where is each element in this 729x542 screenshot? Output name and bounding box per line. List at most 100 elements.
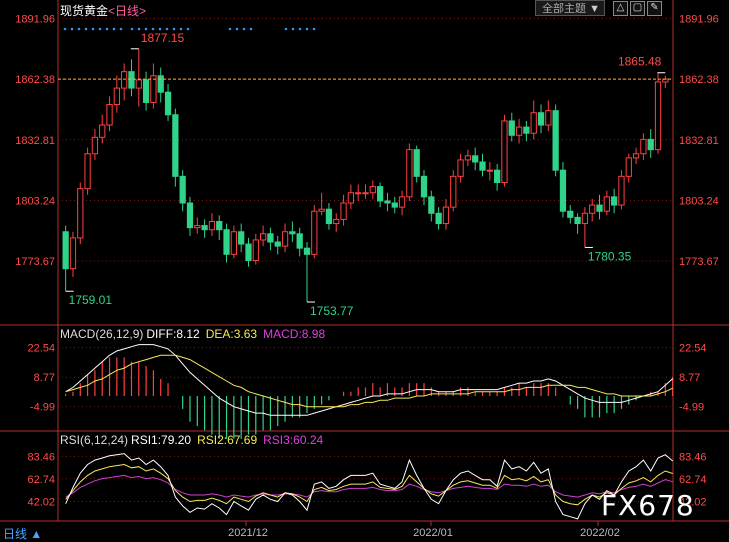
low-price-label: 1753.77 bbox=[310, 304, 354, 318]
square-tool-icon[interactable]: ▢ bbox=[630, 1, 645, 16]
rsi2-line bbox=[65, 463, 673, 506]
candle-up bbox=[640, 138, 647, 155]
candle-up bbox=[99, 124, 106, 138]
candle-down bbox=[186, 202, 194, 229]
price-tick-left: 1832.81 bbox=[15, 135, 55, 147]
signal-dot bbox=[63, 27, 67, 31]
candle-up bbox=[208, 220, 216, 231]
candle-down bbox=[384, 200, 391, 204]
candle-down bbox=[420, 175, 428, 198]
candle-down bbox=[376, 186, 384, 202]
diff-line bbox=[65, 344, 674, 416]
signal-dot bbox=[298, 27, 302, 31]
candle-down bbox=[472, 155, 479, 163]
x-axis-label: 2022/01 bbox=[413, 527, 453, 539]
candle-down bbox=[552, 110, 559, 171]
candle-up bbox=[150, 75, 157, 103]
low-price-label: 1759.01 bbox=[69, 293, 113, 307]
candle-up bbox=[230, 231, 237, 255]
theme-dropdown[interactable]: 全部主题 ▼ bbox=[535, 0, 605, 16]
candle-up bbox=[486, 169, 493, 172]
candle-up bbox=[625, 157, 632, 177]
candle-up bbox=[406, 149, 413, 198]
candle-down bbox=[179, 175, 186, 204]
signal-dot bbox=[130, 27, 134, 31]
diff-legend: DIFF:8.12 bbox=[146, 327, 200, 341]
candle-down bbox=[508, 120, 515, 136]
triangle-tool-icon[interactable]: △ bbox=[613, 1, 628, 16]
rsi3-legend: RSI3:60.24 bbox=[263, 433, 324, 447]
price-tick-left: 1773.67 bbox=[15, 256, 55, 268]
rsi-title: RSI(6,12,24) bbox=[60, 433, 129, 447]
watermark-logo: FX678 bbox=[601, 489, 695, 522]
signal-dot bbox=[105, 27, 109, 31]
candle-down bbox=[238, 231, 245, 245]
chart-canvas[interactable]: 1891.96 1891.96 1862.38 1862.38 1832.81 1832.… bbox=[0, 0, 729, 542]
candle-up bbox=[106, 104, 113, 126]
candle-down bbox=[479, 161, 486, 171]
candle-up bbox=[259, 233, 267, 241]
candle-down bbox=[216, 220, 223, 231]
candle-up bbox=[77, 188, 84, 239]
candle-down bbox=[128, 71, 135, 89]
period-tab[interactable]: 日线 ▲ bbox=[3, 525, 42, 542]
x-axis-label: 2021/12 bbox=[228, 527, 268, 539]
rsi-tick-left: 42.02 bbox=[27, 496, 55, 508]
signal-dot bbox=[249, 27, 253, 31]
rsi-tick-right: 62.74 bbox=[679, 474, 707, 486]
candle-down bbox=[303, 247, 311, 255]
macd-tick-left: -4.99 bbox=[30, 402, 55, 414]
candle-up bbox=[121, 71, 128, 89]
dea-line bbox=[65, 354, 673, 408]
candle-up bbox=[618, 175, 625, 206]
candle-down bbox=[523, 126, 530, 134]
signal-dot bbox=[70, 27, 74, 31]
candle-up bbox=[545, 110, 552, 126]
candle-up bbox=[113, 87, 120, 106]
candle-down bbox=[142, 79, 150, 103]
candle-up bbox=[603, 196, 610, 212]
candle-down bbox=[494, 169, 501, 183]
macd-value-legend: MACD:8.98 bbox=[263, 327, 326, 341]
candle-up bbox=[84, 153, 91, 190]
candle-up bbox=[252, 239, 259, 261]
candle-down bbox=[201, 225, 208, 231]
candle-up bbox=[457, 159, 464, 177]
candle-down bbox=[325, 208, 333, 225]
signal-dot bbox=[84, 27, 88, 31]
price-tick-right: 1803.24 bbox=[679, 195, 719, 207]
period-label[interactable]: <日线> bbox=[108, 4, 146, 18]
candle-down bbox=[435, 212, 442, 225]
candle-down bbox=[559, 169, 567, 212]
candle-down bbox=[611, 196, 618, 206]
pen-tool-icon[interactable]: ✎ bbox=[647, 1, 662, 16]
rsi-tick-left: 62.74 bbox=[27, 474, 55, 486]
signal-dot bbox=[98, 27, 102, 31]
candle-down bbox=[157, 75, 164, 93]
candle-down bbox=[172, 114, 179, 177]
candle-up bbox=[530, 112, 537, 134]
candle-down bbox=[296, 233, 303, 249]
signal-dot bbox=[235, 27, 239, 31]
low-price-label: 1780.35 bbox=[588, 249, 632, 263]
candle-down bbox=[537, 112, 545, 126]
macd-tick-right: 8.77 bbox=[679, 372, 700, 384]
candle-up bbox=[362, 192, 369, 195]
price-tick-right: 1891.96 bbox=[679, 13, 719, 25]
candle-down bbox=[274, 241, 281, 247]
signal-dot bbox=[284, 27, 288, 31]
high-price-label: 1877.15 bbox=[141, 31, 185, 45]
candle-down bbox=[62, 231, 69, 270]
price-tick-right: 1862.38 bbox=[679, 74, 719, 86]
signal-dot bbox=[291, 27, 295, 31]
signal-dot bbox=[112, 27, 116, 31]
chart-title: 现货黄金<日线> bbox=[60, 2, 146, 19]
signal-dot bbox=[91, 27, 95, 31]
candle-down bbox=[223, 229, 230, 255]
candle-down bbox=[596, 204, 603, 212]
macd-tick-left: 8.77 bbox=[34, 372, 55, 384]
candle-up bbox=[464, 155, 472, 161]
high-price-label: 1865.48 bbox=[618, 55, 662, 69]
candle-up bbox=[632, 153, 640, 159]
chevron-down-icon: ▼ bbox=[589, 3, 600, 15]
